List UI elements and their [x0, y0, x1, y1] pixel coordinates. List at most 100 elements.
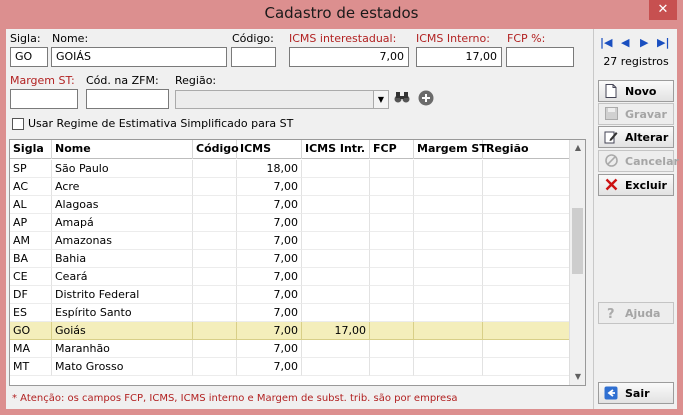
column-header[interactable]: Sigla: [10, 140, 52, 159]
chevron-down-icon[interactable]: ▼: [373, 91, 388, 108]
regime-checkbox-label: Usar Regime de Estimativa Simplificado p…: [28, 117, 294, 130]
table-cell: [370, 268, 414, 286]
ajuda-label: Ajuda: [625, 307, 661, 320]
table-cell: Amapá: [52, 214, 193, 232]
table-cell: MA: [10, 340, 52, 358]
last-record-icon[interactable]: ▶|: [657, 36, 669, 49]
table-cell: [414, 250, 483, 268]
novo-button[interactable]: Novo: [598, 80, 674, 102]
exit-icon: [604, 386, 618, 400]
table-cell: [414, 340, 483, 358]
table-cell: [193, 322, 237, 340]
cancelar-button[interactable]: Cancelar: [598, 150, 679, 172]
table-cell: [193, 250, 237, 268]
table-row[interactable]: AM Amazonas 7,00: [10, 232, 570, 250]
column-header[interactable]: Margem ST: [414, 140, 487, 159]
scroll-up-icon[interactable]: ▲: [570, 140, 585, 156]
table-row[interactable]: AC Acre 7,00: [10, 178, 570, 196]
states-table: Sigla Nome Código ICMS ICMS Intr. FCP Margem S…: [9, 139, 586, 386]
table-cell: [193, 232, 237, 250]
close-button[interactable]: ✕: [649, 0, 677, 20]
add-circle-icon[interactable]: [417, 90, 435, 108]
table-cell: [414, 304, 483, 322]
table-cell: Distrito Federal: [52, 286, 193, 304]
novo-label: Novo: [625, 85, 657, 98]
table-cell: [483, 160, 570, 178]
icms-interestadual-input[interactable]: 7,00: [289, 47, 409, 67]
edit-icon: [604, 130, 618, 144]
column-header[interactable]: ICMS: [237, 140, 302, 159]
margem-st-input[interactable]: [10, 89, 78, 109]
table-cell: CE: [10, 268, 52, 286]
table-cell: [302, 160, 370, 178]
table-cell: [193, 268, 237, 286]
table-cell: Maranhão: [52, 340, 193, 358]
table-row[interactable]: GO Goiás 7,00 17,00: [10, 322, 570, 340]
table-row[interactable]: AP Amapá 7,00: [10, 214, 570, 232]
table-row[interactable]: SP São Paulo 18,00: [10, 160, 570, 178]
table-row[interactable]: AL Alagoas 7,00: [10, 196, 570, 214]
table-row[interactable]: ES Espírito Santo 7,00: [10, 304, 570, 322]
icms-interno-input[interactable]: 17,00: [416, 47, 502, 67]
binoculars-icon[interactable]: [393, 90, 411, 108]
table-cell: 7,00: [237, 358, 302, 376]
table-cell: [302, 232, 370, 250]
table-cell: [414, 232, 483, 250]
scroll-thumb[interactable]: [572, 208, 583, 274]
table-row[interactable]: MT Mato Grosso 7,00: [10, 358, 570, 376]
table-cell: [302, 196, 370, 214]
table-cell: [370, 286, 414, 304]
table-cell: [370, 160, 414, 178]
ajuda-button[interactable]: ? Ajuda: [598, 302, 674, 324]
prev-record-icon[interactable]: ◀: [621, 36, 629, 49]
first-record-icon[interactable]: |◀: [600, 36, 612, 49]
table-row[interactable]: BA Bahia 7,00: [10, 250, 570, 268]
vertical-scrollbar[interactable]: ▲ ▼: [569, 140, 585, 385]
alterar-label: Alterar: [625, 131, 669, 144]
excluir-button[interactable]: Excluir: [598, 174, 674, 196]
gravar-label: Gravar: [625, 108, 667, 121]
margem-st-label: Margem ST:: [10, 74, 75, 87]
table-cell: [193, 196, 237, 214]
fcp-label: FCP %:: [507, 32, 546, 45]
table-cell: [193, 358, 237, 376]
column-header[interactable]: Região: [483, 140, 570, 159]
table-cell: Goiás: [52, 322, 193, 340]
table-cell: Mato Grosso: [52, 358, 193, 376]
table-row[interactable]: CE Ceará 7,00: [10, 268, 570, 286]
table-cell: [302, 286, 370, 304]
next-record-icon[interactable]: ▶: [640, 36, 648, 49]
table-cell: [483, 358, 570, 376]
fcp-input[interactable]: [506, 47, 574, 67]
form-area: Sigla: Nome: Código: ICMS interestadual:…: [6, 29, 679, 409]
nome-input[interactable]: GOIÁS: [51, 47, 227, 67]
icms-interno-label: ICMS Interno:: [416, 32, 490, 45]
table-cell: [302, 340, 370, 358]
column-header[interactable]: ICMS Intr.: [302, 140, 370, 159]
alterar-button[interactable]: Alterar: [598, 126, 674, 148]
table-cell: [370, 322, 414, 340]
nome-label: Nome:: [52, 32, 89, 45]
sigla-label: Sigla:: [10, 32, 41, 45]
cod-zfm-input[interactable]: [86, 89, 169, 109]
sigla-input[interactable]: GO: [10, 47, 48, 67]
table-cell: [193, 214, 237, 232]
table-cell: 7,00: [237, 304, 302, 322]
table-row[interactable]: DF Distrito Federal 7,00: [10, 286, 570, 304]
column-header[interactable]: Código: [193, 140, 239, 159]
regime-checkbox[interactable]: [12, 118, 24, 130]
gravar-button[interactable]: Gravar: [598, 103, 674, 125]
regiao-select[interactable]: ▼: [175, 90, 389, 109]
codigo-input[interactable]: [231, 47, 276, 67]
table-cell: SP: [10, 160, 52, 178]
sair-button[interactable]: Sair: [598, 382, 674, 404]
column-header[interactable]: Nome: [52, 140, 193, 159]
table-row[interactable]: MA Maranhão 7,00: [10, 340, 570, 358]
table-cell: [483, 322, 570, 340]
scroll-down-icon[interactable]: ▼: [570, 369, 585, 385]
table-cell: Ceará: [52, 268, 193, 286]
window-title: Cadastro de estados: [264, 4, 419, 22]
table-cell: Amazonas: [52, 232, 193, 250]
column-header[interactable]: FCP: [370, 140, 414, 159]
regiao-label: Região:: [175, 74, 217, 87]
